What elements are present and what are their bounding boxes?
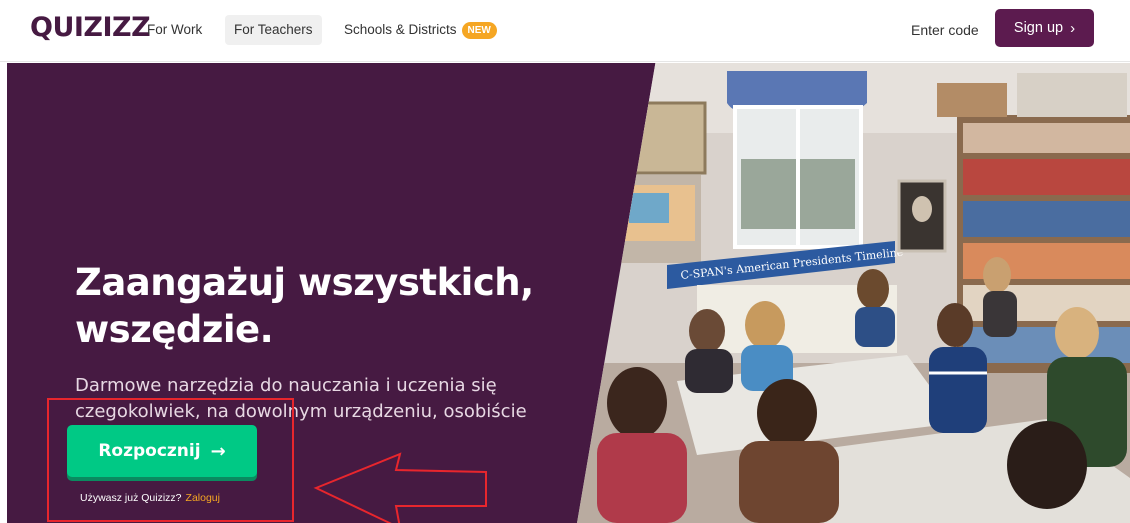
arrow-right-icon: → bbox=[210, 440, 226, 462]
hero-headline-line-2: wszędzie. bbox=[75, 308, 274, 351]
get-started-label: Rozpocznij bbox=[98, 441, 201, 461]
new-badge: NEW bbox=[461, 22, 497, 39]
nav-schools-districts-label: Schools & Districts bbox=[344, 22, 457, 37]
chevron-right-icon: › bbox=[1070, 19, 1076, 37]
login-prompt: Używasz już Quizizz? Zaloguj bbox=[80, 492, 220, 504]
nav-for-work-label: For Work bbox=[147, 22, 203, 37]
classroom-photo: C-SPAN's American Presidents Timeline bbox=[577, 63, 1130, 523]
hero-description-line-1: Darmowe narzędzia do nauczania i uczenia… bbox=[75, 375, 497, 396]
hero-headline: Zaangażuj wszystkich, wszędzie. bbox=[75, 259, 595, 353]
login-prompt-text: Używasz już Quizizz? bbox=[80, 492, 182, 504]
sign-up-label: Sign up bbox=[1013, 20, 1064, 36]
nav-for-work[interactable]: For Work bbox=[138, 15, 211, 45]
top-navigation-bar: QUIZIZZ For Work For Teachers Schools & … bbox=[0, 0, 1130, 62]
sign-up-button[interactable]: Sign up › bbox=[995, 9, 1094, 47]
hero-headline-line-1: Zaangażuj wszystkich, bbox=[75, 261, 534, 304]
nav-for-teachers-label: For Teachers bbox=[234, 22, 313, 37]
login-link[interactable]: Zaloguj bbox=[186, 492, 220, 504]
quizizz-logo[interactable]: QUIZIZZ bbox=[30, 12, 151, 43]
nav-for-teachers[interactable]: For Teachers bbox=[225, 15, 322, 45]
hollow-arrow-left-icon bbox=[313, 452, 487, 523]
nav-schools-districts[interactable]: Schools & Districts NEW bbox=[335, 15, 506, 45]
enter-code-link[interactable]: Enter code bbox=[905, 15, 985, 45]
get-started-button[interactable]: Rozpocznij → bbox=[67, 425, 257, 477]
